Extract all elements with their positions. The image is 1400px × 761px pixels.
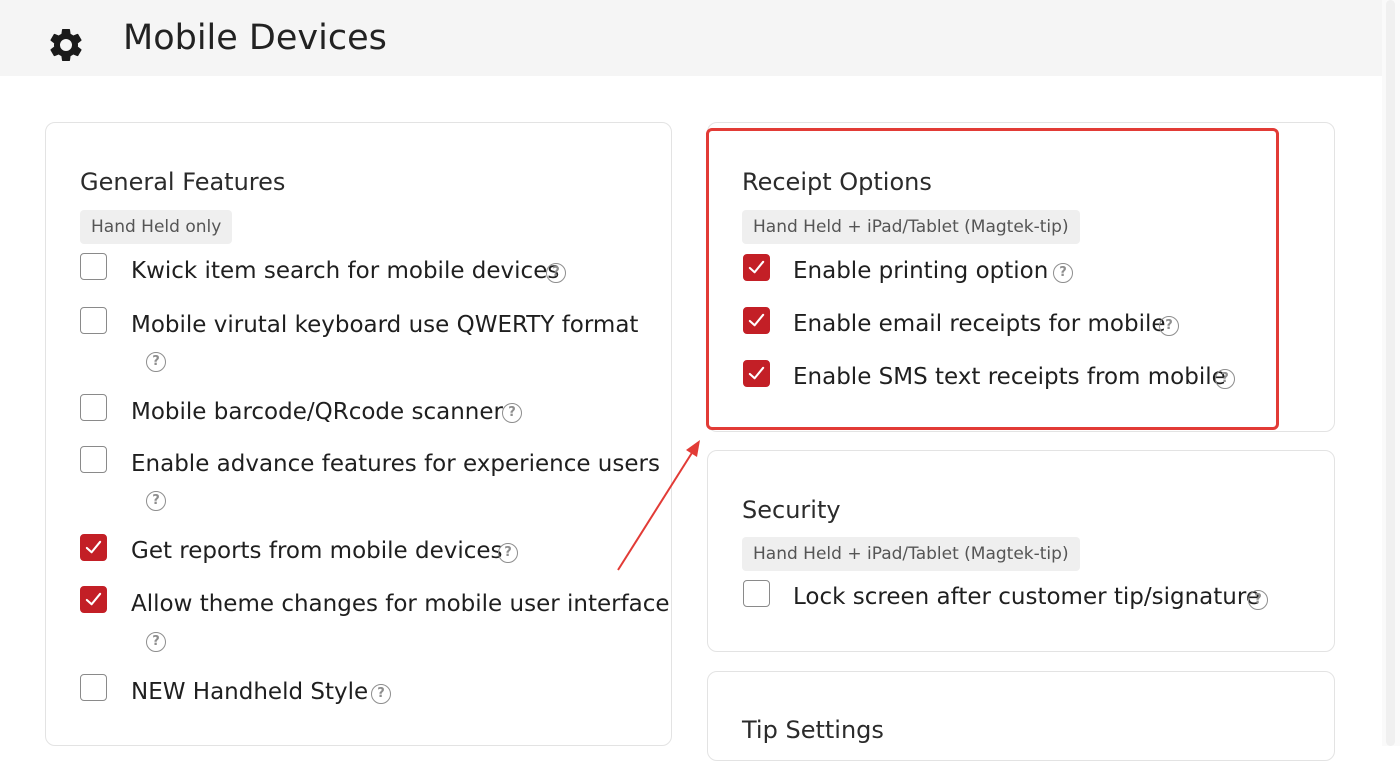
security-badge: Hand Held + iPad/Tablet (Magtek-tip) <box>742 537 1080 571</box>
page-title: Mobile Devices <box>123 18 387 58</box>
new-handheld-style-checkbox[interactable] <box>80 674 107 701</box>
theme-changes-checkbox[interactable] <box>80 586 107 613</box>
annotation-arrow-icon <box>617 440 700 571</box>
general-features-title: General Features <box>80 168 286 196</box>
setting-label: Kwick item search for mobile devices <box>131 258 560 284</box>
help-icon[interactable]: ? <box>146 632 166 652</box>
help-icon[interactable]: ? <box>546 263 566 283</box>
checkmark-icon <box>85 592 102 606</box>
tip-settings-card: Tip Settings <box>707 671 1335 761</box>
security-card: Security Hand Held + iPad/Tablet (Magtek… <box>707 450 1335 652</box>
page-header: Mobile Devices <box>0 0 1382 76</box>
advance-features-checkbox[interactable] <box>80 446 107 473</box>
help-icon[interactable]: ? <box>502 403 522 423</box>
security-title: Security <box>742 496 841 524</box>
gear-icon <box>50 28 82 61</box>
setting-label: Mobile virutal keyboard use QWERTY forma… <box>131 312 639 338</box>
setting-label: NEW Handheld Style <box>131 679 369 705</box>
tip-settings-title: Tip Settings <box>742 716 884 744</box>
scrollbar-thumb[interactable] <box>1386 0 1395 746</box>
kwick-item-search-checkbox[interactable] <box>80 253 107 280</box>
scrollbar[interactable] <box>1382 0 1400 746</box>
mobile-reports-checkbox[interactable] <box>80 534 107 561</box>
barcode-scanner-checkbox[interactable] <box>80 394 107 421</box>
setting-label: Allow theme changes for mobile user inte… <box>131 591 670 617</box>
lock-screen-checkbox[interactable] <box>743 580 770 607</box>
help-icon[interactable]: ? <box>146 352 166 372</box>
help-icon[interactable]: ? <box>146 491 166 511</box>
highlight-box <box>706 128 1279 430</box>
help-icon[interactable]: ? <box>498 543 518 563</box>
help-icon[interactable]: ? <box>371 684 391 704</box>
qwerty-keyboard-checkbox[interactable] <box>80 307 107 334</box>
setting-label: Get reports from mobile devices <box>131 538 503 564</box>
checkmark-icon <box>85 540 102 554</box>
help-icon[interactable]: ? <box>1248 590 1268 610</box>
setting-label: Enable advance features for experience u… <box>131 451 660 477</box>
setting-label: Lock screen after customer tip/signature <box>793 584 1260 610</box>
setting-label: Mobile barcode/QRcode scanner <box>131 399 503 425</box>
general-features-badge: Hand Held only <box>80 210 233 244</box>
general-features-card: General Features Hand Held only Kwick it… <box>45 122 672 746</box>
